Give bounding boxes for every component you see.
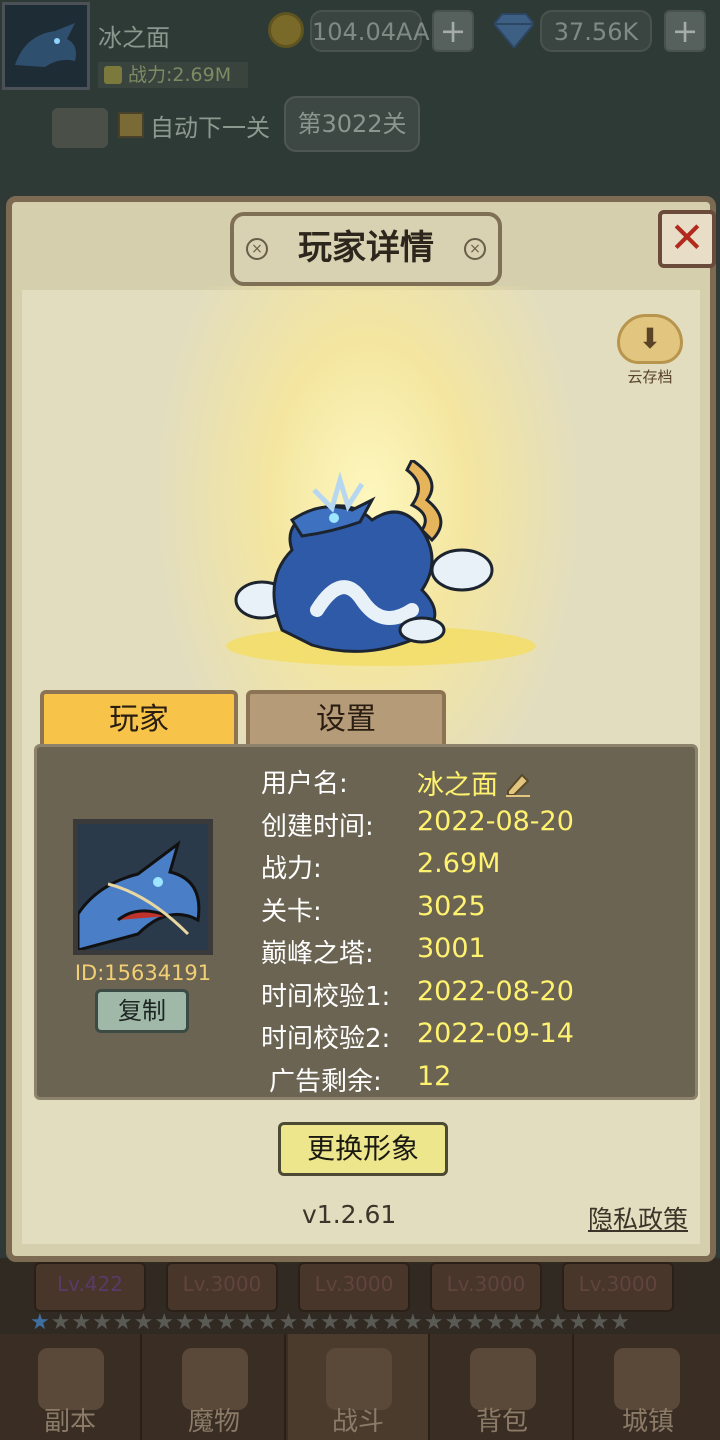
nav-backpack[interactable]: 背包	[432, 1334, 574, 1440]
dragon-portrait-icon	[78, 824, 208, 950]
info-value: 2022-09-14	[417, 1018, 574, 1049]
power-text: 战力:2.69M	[128, 64, 232, 86]
slot-2[interactable]: Lv.3000	[166, 1262, 278, 1312]
info-label: 巅峰之塔:	[261, 939, 374, 969]
auto-next-label: 自动下一关	[150, 114, 270, 142]
star-rating-icons: ★★★★★★★★★★★★★★★★★★★★★★★★★★★★★	[30, 1310, 631, 1335]
slot-level: Lv.3000	[578, 1272, 658, 1296]
info-label: 用户名:	[261, 769, 348, 799]
top-hud: 冰之面 战力:2.69M 104.04AA + 37.56K + 自动下一关 第…	[0, 0, 720, 190]
info-label: 广告剩余:	[269, 1066, 382, 1097]
info-label: 时间校验2:	[261, 1024, 391, 1054]
slot-4[interactable]: Lv.3000	[430, 1262, 542, 1312]
player-avatar[interactable]	[2, 2, 90, 90]
info-value: 2022-08-20	[417, 805, 574, 837]
rivet-icon: ×	[246, 238, 268, 260]
gem-amount: 37.56K	[540, 10, 652, 52]
slot-level: Lv.3000	[314, 1272, 394, 1296]
player-info-panel: ID:15634191 复制 用户名: 冰之面 创建时间: 2022-08-20…	[34, 744, 698, 1100]
stage-button[interactable]: 第3022关	[284, 96, 420, 152]
player-portrait	[73, 819, 213, 955]
scroll-icon[interactable]	[52, 108, 108, 148]
nav-town[interactable]: 城镇	[576, 1334, 720, 1440]
info-value: 2.69M	[417, 848, 501, 879]
nav-label: 魔物	[187, 1407, 240, 1437]
close-button[interactable]: ✕	[658, 210, 716, 268]
player-details-dialog: × 玩家详情 × ✕ ⬇ 云存档 玩家 设置 ID:15634191 复制 用户…	[6, 196, 716, 1262]
dragon-character-image	[234, 460, 494, 653]
username-value: 冰之面	[417, 770, 498, 801]
info-value: 12	[417, 1060, 452, 1092]
nav-dungeon[interactable]: 副本	[0, 1334, 142, 1440]
gold-amount: 104.04AA	[310, 10, 429, 52]
slot-level: Lv.3000	[182, 1272, 262, 1296]
rivet-icon: ×	[464, 238, 486, 260]
info-value: 3025	[417, 890, 486, 922]
slot-level: Lv.3000	[446, 1272, 526, 1296]
tab-settings[interactable]: 设置	[246, 690, 446, 748]
player-name: 冰之面	[98, 24, 170, 52]
dragon-icon	[5, 5, 87, 87]
power-badge: 战力:2.69M	[98, 62, 248, 88]
add-gems-button[interactable]: +	[664, 10, 706, 52]
gold-coin-icon	[268, 12, 304, 48]
nav-label: 副本	[43, 1407, 96, 1437]
info-label: 时间校验1:	[261, 981, 391, 1012]
dialog-title: 玩家详情	[298, 228, 434, 268]
player-id: ID:15634191	[74, 961, 212, 985]
bottom-navigation: 副本 魔物 战斗 背包 城镇	[0, 1334, 720, 1440]
nav-label: 战斗	[331, 1407, 384, 1437]
auto-next-checkbox[interactable]	[118, 112, 144, 138]
version-text: v1.2.61	[302, 1200, 397, 1229]
info-label: 战力:	[261, 854, 322, 884]
info-label: 创建时间:	[261, 811, 374, 842]
nav-label: 城镇	[621, 1407, 674, 1437]
nav-label: 背包	[475, 1407, 528, 1437]
slot-level: Lv.422	[57, 1272, 123, 1296]
copy-id-button[interactable]: 复制	[95, 989, 189, 1033]
nav-monsters[interactable]: 魔物	[144, 1334, 286, 1440]
pencil-edit-icon[interactable]	[504, 769, 532, 797]
info-value: 2022-08-20	[417, 975, 574, 1007]
cloud-download-icon: ⬇	[617, 314, 683, 364]
info-value: 冰之面	[417, 763, 532, 802]
privacy-policy-link[interactable]: 隐私政策	[588, 1200, 688, 1236]
info-label: 关卡:	[261, 896, 322, 927]
info-value: 3001	[417, 933, 486, 964]
add-gold-button[interactable]: +	[432, 10, 474, 52]
slot-1[interactable]: Lv.422	[34, 1262, 146, 1312]
dialog-title-plate: × 玩家详情 ×	[230, 212, 502, 286]
change-avatar-button[interactable]: 更换形象	[278, 1122, 448, 1176]
nav-battle[interactable]: 战斗	[288, 1334, 430, 1440]
cloud-save-label: 云存档	[627, 368, 673, 386]
power-icon	[104, 66, 122, 84]
cloud-save-button[interactable]: ⬇ 云存档	[614, 314, 686, 394]
diamond-icon	[494, 13, 534, 48]
slot-5[interactable]: Lv.3000	[562, 1262, 674, 1312]
slot-3[interactable]: Lv.3000	[298, 1262, 410, 1312]
tab-player[interactable]: 玩家	[40, 690, 238, 748]
